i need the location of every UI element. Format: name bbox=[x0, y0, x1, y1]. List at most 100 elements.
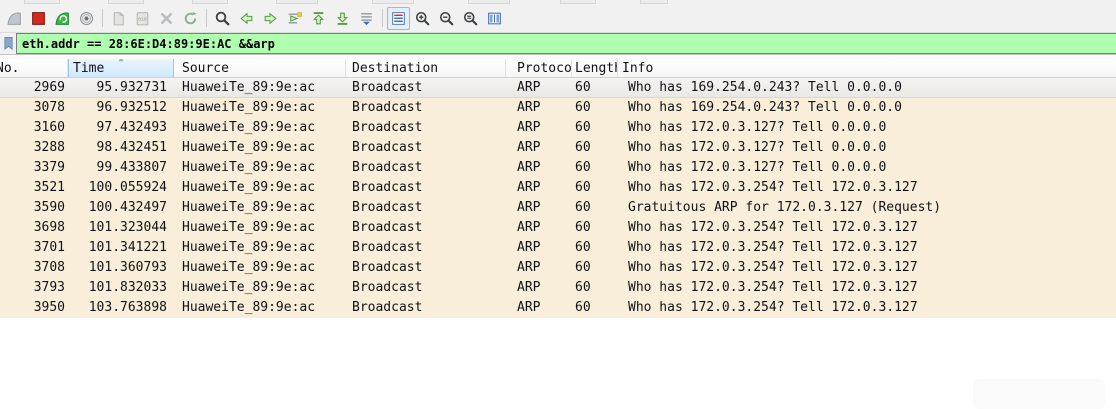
auto-scroll-icon bbox=[361, 12, 372, 25]
clipped-menu-bar bbox=[0, 0, 1116, 4]
go-to-packet-button[interactable] bbox=[283, 7, 306, 30]
packet-row[interactable]: 3160 97.432493 HuaweiTe_89:9e:ac Broadca… bbox=[0, 118, 1116, 138]
zoom-normal-button[interactable] bbox=[459, 7, 482, 30]
cell-destination: Broadcast bbox=[352, 260, 423, 275]
cell-info: Gratuitous ARP for 172.0.3.127 (Request) bbox=[628, 200, 942, 215]
capture-options-icon bbox=[80, 11, 93, 25]
cell-time: 95.932731 bbox=[96, 80, 167, 95]
cell-protocol: ARP bbox=[517, 180, 541, 195]
reload-file-button[interactable] bbox=[179, 7, 202, 30]
packet-row[interactable]: 3950 103.763898 HuaweiTe_89:9e:ac Broadc… bbox=[0, 298, 1116, 318]
go-to-top-button[interactable] bbox=[307, 7, 330, 30]
find-packet-button[interactable] bbox=[211, 7, 234, 30]
cell-source: HuaweiTe_89:9e:ac bbox=[182, 80, 316, 95]
toolbar-separator bbox=[102, 9, 103, 27]
cell-protocol: ARP bbox=[517, 100, 541, 115]
cell-source: HuaweiTe_89:9e:ac bbox=[182, 280, 316, 295]
packet-row[interactable]: 3708 101.360793 HuaweiTe_89:9e:ac Broadc… bbox=[0, 258, 1116, 278]
cell-source: HuaweiTe_89:9e:ac bbox=[182, 120, 316, 135]
packet-row[interactable]: 3288 98.432451 HuaweiTe_89:9e:ac Broadca… bbox=[0, 138, 1116, 158]
cell-info: Who has 169.254.0.243? Tell 0.0.0.0 bbox=[628, 80, 902, 95]
start-capture-button[interactable] bbox=[3, 7, 26, 30]
cell-source: HuaweiTe_89:9e:ac bbox=[182, 300, 316, 315]
cell-time: 99.433807 bbox=[96, 160, 167, 175]
capture-options-button[interactable] bbox=[75, 7, 98, 30]
resize-columns-icon bbox=[488, 12, 501, 24]
zoom-in-icon bbox=[415, 11, 430, 25]
open-file-icon bbox=[113, 11, 124, 25]
cell-no: 3701 bbox=[33, 240, 65, 255]
go-to-bottom-button[interactable] bbox=[331, 7, 354, 30]
filter-bookmark-button[interactable] bbox=[0, 33, 16, 54]
cell-info: Who has 172.0.3.254? Tell 172.0.3.127 bbox=[628, 280, 918, 295]
main-toolbar: 010 bbox=[0, 4, 1116, 33]
cell-time: 101.341221 bbox=[88, 240, 167, 255]
cell-length: 60 bbox=[575, 260, 591, 275]
toolbar-separator bbox=[382, 9, 383, 27]
cell-no: 3950 bbox=[33, 300, 65, 315]
restart-capture-button[interactable] bbox=[51, 7, 74, 30]
cell-destination: Broadcast bbox=[352, 80, 423, 95]
save-file-icon: 010 bbox=[136, 11, 149, 25]
cell-protocol: ARP bbox=[517, 280, 541, 295]
cell-protocol: ARP bbox=[517, 160, 541, 175]
packet-row[interactable]: 3078 96.932512 HuaweiTe_89:9e:ac Broadca… bbox=[0, 98, 1116, 118]
cell-source: HuaweiTe_89:9e:ac bbox=[182, 260, 316, 275]
colorize-packets-icon bbox=[392, 11, 405, 25]
packet-row[interactable]: 3793 101.832033 HuaweiTe_89:9e:ac Broadc… bbox=[0, 278, 1116, 298]
display-filter-input[interactable]: eth.addr == 28:6E:D4:89:9E:AC &&arp bbox=[16, 33, 1116, 54]
resize-columns-button[interactable] bbox=[483, 7, 506, 30]
bookmark-icon bbox=[3, 37, 13, 51]
column-header-destination[interactable]: Destination bbox=[346, 59, 506, 77]
go-back-button[interactable] bbox=[235, 7, 258, 30]
cell-length: 60 bbox=[575, 180, 591, 195]
zoom-out-icon bbox=[439, 11, 454, 25]
packet-list-header: No. ▲ Time Source Destination Protocol L… bbox=[0, 59, 1116, 78]
packet-row[interactable]: 3701 101.341221 HuaweiTe_89:9e:ac Broadc… bbox=[0, 238, 1116, 258]
cell-destination: Broadcast bbox=[352, 200, 423, 215]
close-file-button[interactable] bbox=[155, 7, 178, 30]
cell-length: 60 bbox=[575, 240, 591, 255]
cell-info: Who has 172.0.3.254? Tell 172.0.3.127 bbox=[628, 240, 918, 255]
packet-row[interactable]: 3521 100.055924 HuaweiTe_89:9e:ac Broadc… bbox=[0, 178, 1116, 198]
go-back-icon bbox=[240, 12, 253, 24]
cell-destination: Broadcast bbox=[352, 240, 423, 255]
column-header-info[interactable]: Info bbox=[618, 59, 1116, 77]
cell-no: 2969 bbox=[33, 80, 65, 95]
cell-source: HuaweiTe_89:9e:ac bbox=[182, 100, 316, 115]
column-header-source[interactable]: Source bbox=[174, 59, 346, 77]
ghost-overlay-panel bbox=[973, 379, 1105, 409]
restart-capture-icon bbox=[55, 11, 69, 25]
column-header-length[interactable]: Length bbox=[572, 59, 618, 77]
save-file-button[interactable]: 010 bbox=[131, 7, 154, 30]
cell-destination: Broadcast bbox=[352, 160, 423, 175]
cell-length: 60 bbox=[575, 120, 591, 135]
cell-no: 3379 bbox=[33, 160, 65, 175]
stop-capture-button[interactable] bbox=[27, 7, 50, 30]
cell-destination: Broadcast bbox=[352, 180, 423, 195]
cell-protocol: ARP bbox=[517, 120, 541, 135]
go-to-packet-icon bbox=[288, 11, 302, 23]
packet-row[interactable]: 3590 100.432497 HuaweiTe_89:9e:ac Broadc… bbox=[0, 198, 1116, 218]
zoom-normal-icon bbox=[463, 11, 478, 25]
packet-row[interactable]: 2969 95.932731 HuaweiTe_89:9e:ac Broadca… bbox=[0, 78, 1116, 98]
cell-protocol: ARP bbox=[517, 240, 541, 255]
zoom-out-button[interactable] bbox=[435, 7, 458, 30]
cell-source: HuaweiTe_89:9e:ac bbox=[182, 200, 316, 215]
cell-time: 98.432451 bbox=[96, 140, 167, 155]
column-header-no[interactable]: No. bbox=[0, 59, 68, 77]
cell-info: Who has 172.0.3.254? Tell 172.0.3.127 bbox=[628, 300, 918, 315]
auto-scroll-button[interactable] bbox=[355, 7, 378, 30]
cell-info: Who has 172.0.3.127? Tell 0.0.0.0 bbox=[628, 160, 887, 175]
colorize-packets-button[interactable] bbox=[387, 6, 410, 30]
cell-time: 101.832033 bbox=[88, 280, 167, 295]
packet-row[interactable]: 3379 99.433807 HuaweiTe_89:9e:ac Broadca… bbox=[0, 158, 1116, 178]
cell-source: HuaweiTe_89:9e:ac bbox=[182, 240, 316, 255]
open-file-button[interactable] bbox=[107, 7, 130, 30]
column-header-time[interactable]: ▲ Time bbox=[68, 59, 174, 77]
packet-row[interactable]: 3698 101.323044 HuaweiTe_89:9e:ac Broadc… bbox=[0, 218, 1116, 238]
zoom-in-button[interactable] bbox=[411, 7, 434, 30]
column-header-protocol[interactable]: Protocol bbox=[506, 59, 572, 77]
go-forward-button[interactable] bbox=[259, 7, 282, 30]
reload-file-icon bbox=[184, 11, 197, 24]
